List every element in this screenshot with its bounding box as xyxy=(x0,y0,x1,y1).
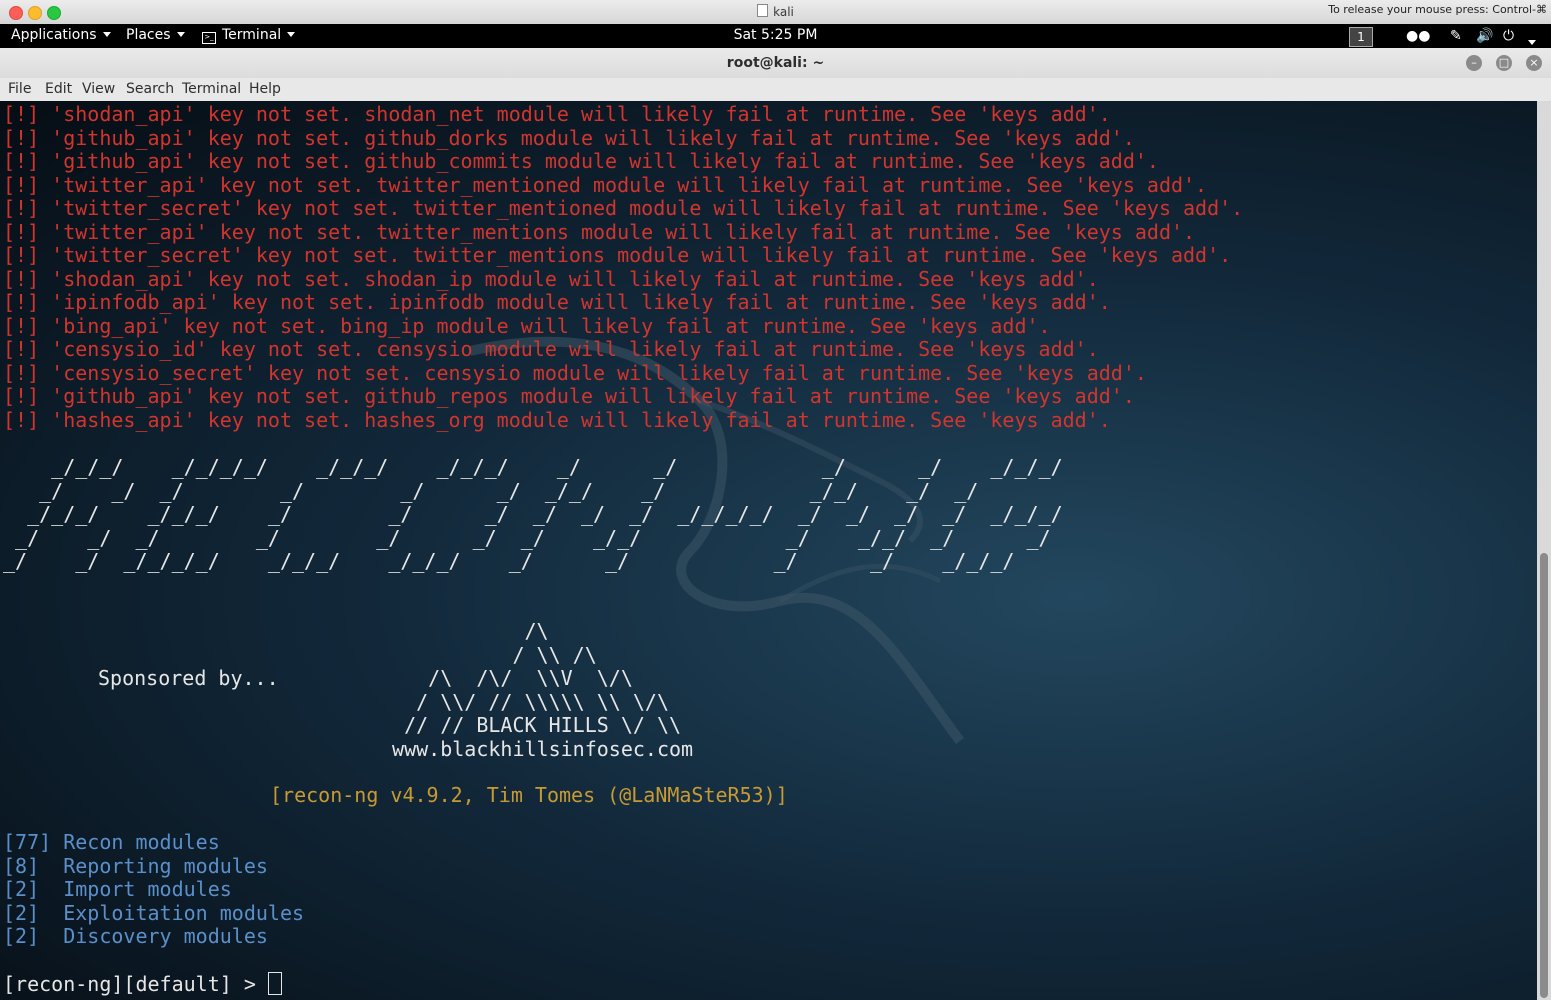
prompt-text: [recon-ng][default] > xyxy=(3,972,268,996)
logo-line: / \\ /\ xyxy=(380,642,597,667)
warning-line: [!] 'twitter_secret' key not set. twitte… xyxy=(3,243,1232,267)
module-count-line: [8] Reporting modules xyxy=(3,853,268,878)
black-hills-ascii-logo: /\ / \\ /\ /\ /\/ \\V \/\ / \\/ // \\\\\… xyxy=(380,619,694,761)
maximize-icon[interactable]: □ xyxy=(1496,55,1512,71)
warning-line: [!] 'github_api' key not set. github_dor… xyxy=(3,125,1135,150)
volume-icon[interactable]: 🔊 xyxy=(1476,28,1493,44)
logo-line: // // BLACK HILLS \/ \\ xyxy=(380,713,682,737)
logo-line: / \\/ // \\\\\ \\ \/\ xyxy=(380,689,669,714)
camera-icon[interactable]: ●● xyxy=(1406,28,1430,44)
logo-line: /\ xyxy=(380,619,549,643)
network-icon[interactable]: ✎ xyxy=(1450,28,1462,44)
menu-file[interactable]: File xyxy=(8,81,31,97)
terminal-menubar: File Edit View Search Terminal Help xyxy=(0,78,1551,101)
document-icon xyxy=(757,4,769,17)
logo-line: /\ /\/ \\V \/\ xyxy=(380,666,633,690)
warning-line: [!] 'shodan_api' key not set. shodan_ip … xyxy=(3,266,1099,291)
warning-line: [!] 'twitter_api' key not set. twitter_m… xyxy=(3,219,1196,244)
module-counts: [77] Recon modules [8] Reporting modules[… xyxy=(3,830,305,949)
recon-ng-ascii-banner: _/_/_/ _/_/_/_/ _/_/_/ _/_/_/ _/ _/ _/ _… xyxy=(3,455,1063,574)
minimize-icon[interactable]: – xyxy=(1466,55,1482,71)
warning-line: [!] 'github_api' key not set. github_rep… xyxy=(3,384,1135,408)
banner-line: _/_/_/ _/_/_/_/ _/_/_/ _/_/_/ _/ _/ _/ _… xyxy=(3,455,1063,479)
workspace-indicator[interactable]: 1 xyxy=(1349,27,1373,47)
warning-line: [!] 'twitter_api' key not set. twitter_m… xyxy=(3,172,1208,197)
text-cursor xyxy=(267,972,282,995)
scrollbar-thumb[interactable] xyxy=(1540,553,1548,998)
vm-title: kali xyxy=(0,4,1551,19)
clock[interactable]: Sat 5:25 PM xyxy=(0,27,1551,43)
menu-search[interactable]: Search xyxy=(126,81,174,97)
banner-line: _/_/_/ _/_/_/ _/ _/ _/ _/ _/ _/ _/_/_/_/… xyxy=(3,502,1063,526)
sponsor-text: Sponsored by... xyxy=(98,666,279,690)
warning-line: [!] 'censysio_secret' key not set. censy… xyxy=(3,360,1147,385)
warning-line: [!] 'censysio_id' key not set. censysio … xyxy=(3,337,1099,361)
warning-lines: [!] 'shodan_api' key not set. shodan_net… xyxy=(3,102,1244,432)
release-mouse-hint: To release your mouse press: Control-⌘ xyxy=(1328,3,1547,16)
module-count-line: [2] Exploitation modules xyxy=(3,900,305,925)
menu-view[interactable]: View xyxy=(82,81,115,97)
terminal-scrollbar[interactable] xyxy=(1537,101,1551,1000)
menu-edit[interactable]: Edit xyxy=(45,81,72,97)
menu-terminal[interactable]: Terminal xyxy=(182,81,241,97)
system-menu-chevron-icon[interactable] xyxy=(1528,33,1536,49)
terminal-window-titlebar: root@kali: ~ – □ × xyxy=(0,48,1551,79)
menu-help[interactable]: Help xyxy=(249,81,281,97)
version-line: [recon-ng v4.9.2, Tim Tomes (@LaNMaSteR5… xyxy=(270,783,788,807)
warning-line: [!] 'ipinfodb_api' key not set. ipinfodb… xyxy=(3,290,1111,314)
warning-line: [!] 'hashes_api' key not set. hashes_org… xyxy=(3,407,1111,432)
vm-title-bar: kali To release your mouse press: Contro… xyxy=(0,0,1551,25)
gnome-top-panel: Applications Places >_ Terminal Sat 5:25 … xyxy=(0,24,1551,48)
banner-line: _/ _/ _/ _/ _/ _/ _/ _/_/ _/ _/_/ _/ _/ xyxy=(3,525,1051,550)
module-count-line: [77] Recon modules xyxy=(3,830,220,854)
warning-line: [!] 'github_api' key not set. github_com… xyxy=(3,149,1159,173)
banner-line: _/ _/ _/ _/ _/ _/ _/_/ _/ _/_/ _/ _/ xyxy=(3,478,979,503)
warning-line: [!] 'twitter_secret' key not set. twitte… xyxy=(3,196,1244,220)
warning-line: [!] 'bing_api' key not set. bing_ip modu… xyxy=(3,313,1051,338)
module-count-line: [2] Import modules xyxy=(3,877,232,901)
power-icon[interactable]: ⏻ xyxy=(1503,28,1514,44)
window-title: root@kali: ~ xyxy=(726,55,825,71)
banner-line: _/ _/ _/_/_/_/ _/_/_/ _/_/_/ _/ _/ _/ _/… xyxy=(3,549,1015,573)
command-prompt[interactable]: [recon-ng][default] > xyxy=(3,972,282,997)
module-count-line: [2] Discovery modules xyxy=(3,924,268,948)
warning-line: [!] 'shodan_api' key not set. shodan_net… xyxy=(3,102,1111,126)
close-icon[interactable]: × xyxy=(1526,55,1542,71)
logo-line: www.blackhillsinfosec.com xyxy=(380,736,694,761)
terminal-output[interactable]: [!] 'shodan_api' key not set. shodan_net… xyxy=(0,101,1537,1000)
